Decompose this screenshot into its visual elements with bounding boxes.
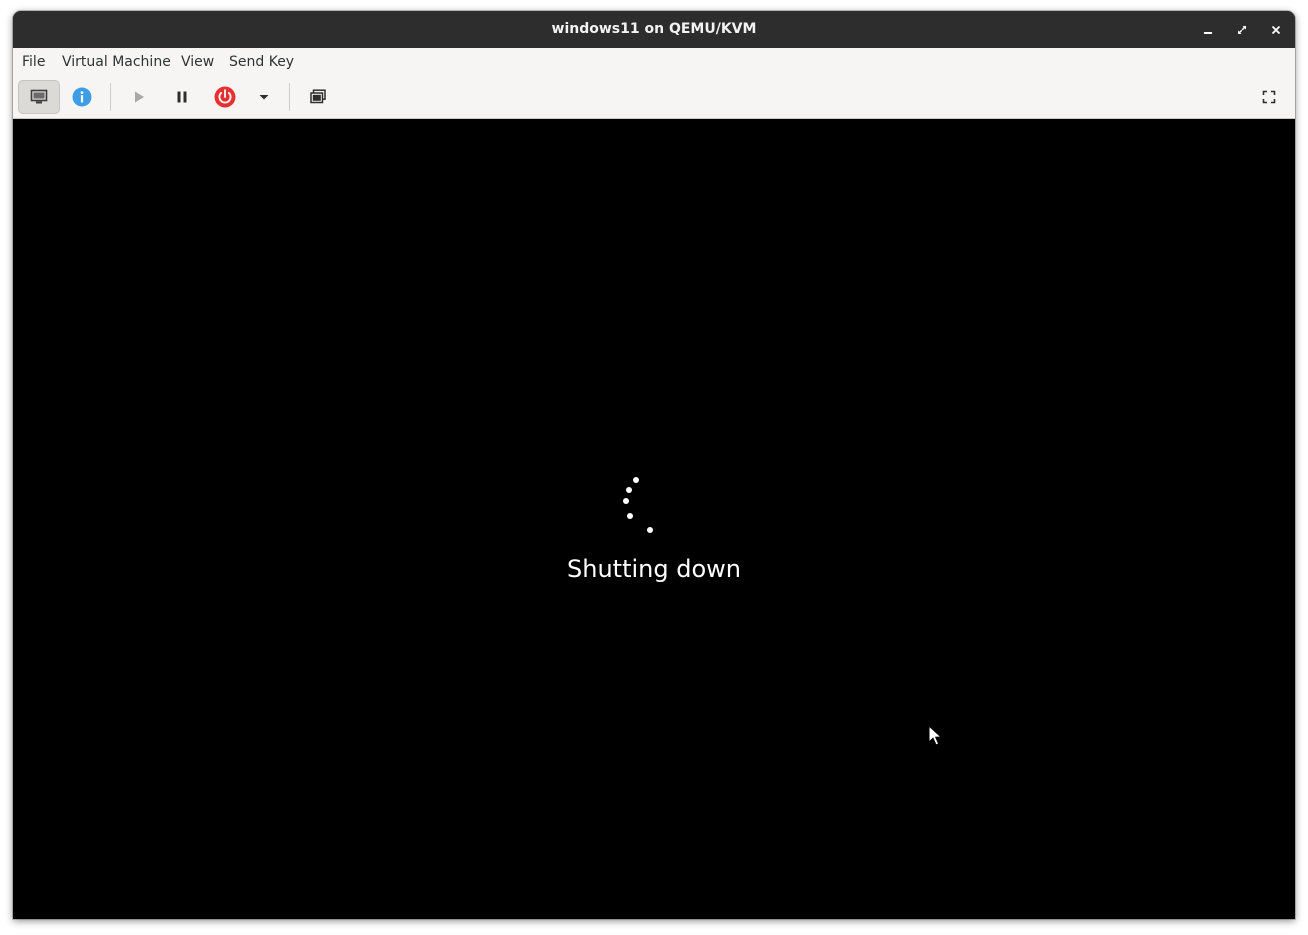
toolbar xyxy=(13,76,1295,119)
monitor-icon xyxy=(30,89,48,104)
menubar: File Virtual Machine View Send Key xyxy=(13,48,1295,76)
pause-button[interactable] xyxy=(162,80,202,114)
vm-window: windows11 on QEMU/KVM File Virtual Machi… xyxy=(13,11,1295,919)
close-button[interactable] xyxy=(1264,18,1288,42)
play-icon xyxy=(135,91,144,103)
loading-spinner-icon xyxy=(613,474,663,544)
fullscreen-icon xyxy=(1262,90,1276,104)
menu-view[interactable]: View xyxy=(181,48,214,76)
snapshots-button[interactable] xyxy=(298,80,338,114)
menu-send-key[interactable]: Send Key xyxy=(229,48,294,76)
restore-button[interactable] xyxy=(1230,18,1254,42)
window-title: windows11 on QEMU/KVM xyxy=(551,21,757,37)
restore-icon xyxy=(1238,26,1246,34)
titlebar[interactable]: windows11 on QEMU/KVM xyxy=(13,11,1295,48)
info-icon xyxy=(72,87,92,107)
toolbar-separator xyxy=(289,83,290,111)
toolbar-separator xyxy=(110,83,111,111)
close-icon xyxy=(1271,25,1281,35)
power-icon xyxy=(214,86,236,108)
shutdown-button[interactable] xyxy=(205,80,245,114)
minimize-icon xyxy=(1204,32,1212,34)
mouse-pointer-icon xyxy=(928,725,943,746)
details-button[interactable] xyxy=(62,80,102,114)
vm-console-display[interactable]: Shutting down xyxy=(13,119,1295,919)
menu-file[interactable]: File xyxy=(22,48,45,76)
console-button[interactable] xyxy=(18,80,60,114)
minimize-button[interactable] xyxy=(1196,18,1220,42)
snapshots-icon xyxy=(310,89,326,104)
shutdown-status-text: Shutting down xyxy=(567,555,741,583)
shutdown-menu-button[interactable] xyxy=(251,80,277,114)
pause-icon xyxy=(177,91,187,103)
menu-virtual-machine[interactable]: Virtual Machine xyxy=(62,48,171,76)
chevron-down-icon xyxy=(259,95,269,100)
run-button[interactable] xyxy=(119,80,159,114)
fullscreen-button[interactable] xyxy=(1249,80,1289,114)
